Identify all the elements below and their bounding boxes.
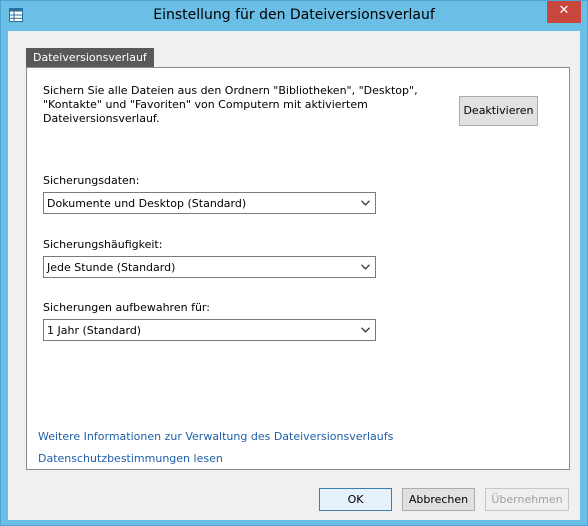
apply-button[interactable]: Übernehmen: [485, 488, 569, 511]
close-icon: ✕: [558, 3, 570, 18]
backup-frequency-label: Sicherungshäufigkeit:: [43, 238, 163, 251]
group-header: Dateiversionsverlauf: [26, 48, 154, 67]
ok-button[interactable]: OK: [319, 488, 392, 511]
retention-value: 1 Jahr (Standard): [47, 324, 142, 337]
backup-data-select[interactable]: Dokumente und Desktop (Standard): [43, 192, 376, 214]
cancel-button[interactable]: Abbrechen: [402, 488, 475, 511]
chevron-down-icon: [361, 327, 370, 333]
privacy-link[interactable]: Datenschutzbestimmungen lesen: [38, 452, 223, 465]
more-info-link[interactable]: Weitere Informationen zur Verwaltung des…: [38, 430, 393, 443]
close-button[interactable]: ✕: [547, 1, 581, 23]
backup-data-label: Sicherungsdaten:: [43, 174, 140, 187]
window-title: Einstellung für den Dateiversionsverlauf: [153, 7, 435, 23]
title-bar[interactable]: Einstellung für den Dateiversionsverlauf…: [1, 1, 587, 31]
dialog-window: Einstellung für den Dateiversionsverlauf…: [0, 0, 588, 526]
settings-panel: Sichern Sie alle Dateien aus den Ordnern…: [26, 67, 570, 470]
chevron-down-icon: [361, 200, 370, 206]
deactivate-button[interactable]: Deaktivieren: [459, 96, 538, 126]
retention-label: Sicherungen aufbewahren für:: [43, 301, 210, 314]
backup-frequency-value: Jede Stunde (Standard): [47, 261, 176, 274]
description-text: Sichern Sie alle Dateien aus den Ordnern…: [43, 84, 418, 125]
backup-data-value: Dokumente und Desktop (Standard): [47, 197, 247, 210]
chevron-down-icon: [361, 264, 370, 270]
retention-select[interactable]: 1 Jahr (Standard): [43, 319, 376, 341]
backup-frequency-select[interactable]: Jede Stunde (Standard): [43, 256, 376, 278]
dialog-client-area: Dateiversionsverlauf Sichern Sie alle Da…: [8, 31, 580, 520]
